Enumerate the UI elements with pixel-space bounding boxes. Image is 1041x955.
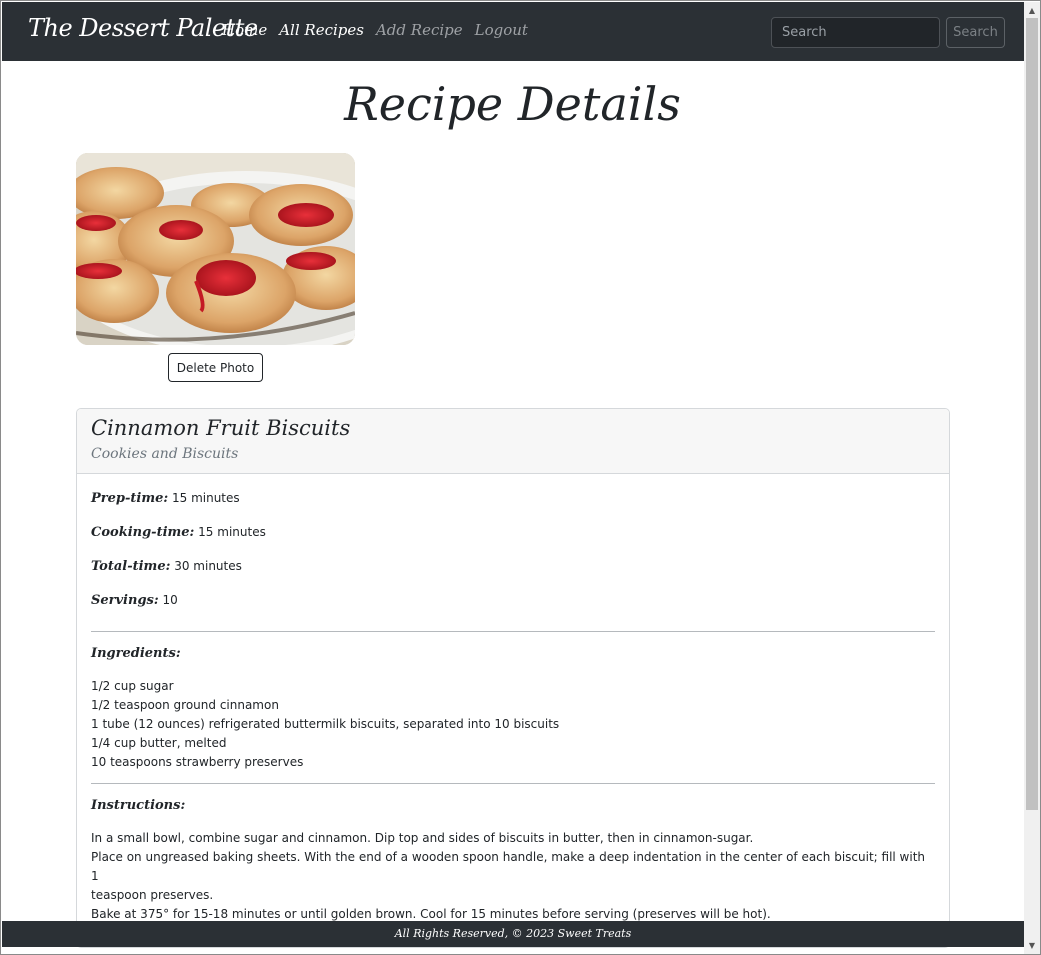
prep-time-value: 15 minutes bbox=[171, 491, 240, 505]
ingredients-heading: Ingredients: bbox=[91, 646, 181, 661]
recipe-card-header: Cinnamon Fruit Biscuits Cookies and Bisc… bbox=[77, 409, 949, 474]
scrollbar-thumb[interactable] bbox=[1026, 18, 1038, 810]
search-input[interactable] bbox=[771, 17, 940, 48]
delete-photo-button[interactable]: Delete Photo bbox=[168, 353, 263, 382]
ingredient-item: 1 tube (12 ounces) refrigerated buttermi… bbox=[91, 717, 560, 731]
page-title: Recipe Details bbox=[344, 77, 681, 131]
nav-link-all-recipes[interactable]: All Recipes bbox=[279, 21, 364, 39]
divider bbox=[91, 783, 935, 784]
nav-link-logout[interactable]: Logout bbox=[475, 21, 528, 39]
servings-label: Servings: bbox=[91, 593, 159, 608]
prep-time-label: Prep-time: bbox=[91, 491, 169, 506]
recipe-photo-illustration bbox=[76, 153, 355, 345]
instructions-heading: Instructions: bbox=[91, 798, 186, 813]
ingredient-item: 1/4 cup butter, melted bbox=[91, 736, 227, 750]
instruction-line: Place on ungreased baking sheets. With t… bbox=[91, 850, 926, 883]
instructions-list: In a small bowl, combine sugar and cinna… bbox=[91, 829, 935, 924]
nav-link-home[interactable]: Home bbox=[222, 21, 267, 39]
recipe-card-body: Prep-time: 15 minutes Cooking-time: 15 m… bbox=[77, 474, 949, 939]
ingredient-item: 1/2 cup sugar bbox=[91, 679, 174, 693]
ingredient-item: 10 teaspoons strawberry preserves bbox=[91, 755, 304, 769]
navbar: The Dessert Palette Home All Recipes Add… bbox=[2, 2, 1024, 61]
cooking-time-value: 15 minutes bbox=[198, 525, 266, 539]
vertical-scrollbar[interactable]: ▲ ▼ bbox=[1024, 2, 1040, 954]
ingredients-list: 1/2 cup sugar 1/2 teaspoon ground cinnam… bbox=[91, 677, 935, 772]
ingredient-item: 1/2 teaspoon ground cinnamon bbox=[91, 698, 279, 712]
scroll-up-arrow-icon[interactable]: ▲ bbox=[1024, 4, 1040, 18]
footer: All Rights Reserved, © 2023 Sweet Treats bbox=[2, 921, 1024, 947]
total-time-label: Total-time: bbox=[91, 559, 171, 574]
browser-viewport: The Dessert Palette Home All Recipes Add… bbox=[0, 0, 1041, 955]
recipe-card: Cinnamon Fruit Biscuits Cookies and Bisc… bbox=[76, 408, 950, 948]
instruction-line: In a small bowl, combine sugar and cinna… bbox=[91, 831, 754, 845]
cooking-time-row: Cooking-time: 15 minutes bbox=[91, 523, 935, 557]
instruction-line: teaspoon preserves. bbox=[91, 888, 214, 902]
recipe-name: Cinnamon Fruit Biscuits bbox=[91, 416, 351, 440]
servings-row: Servings: 10 bbox=[91, 591, 935, 625]
total-time-row: Total-time: 30 minutes bbox=[91, 557, 935, 591]
prep-time-row: Prep-time: 15 minutes bbox=[91, 489, 935, 523]
divider bbox=[91, 631, 935, 632]
servings-value: 10 bbox=[162, 593, 178, 607]
scroll-down-arrow-icon[interactable]: ▼ bbox=[1024, 939, 1040, 953]
nav-links: Home All Recipes Add Recipe Logout bbox=[222, 21, 528, 39]
total-time-value: 30 minutes bbox=[174, 559, 242, 573]
nav-link-add-recipe[interactable]: Add Recipe bbox=[376, 21, 463, 39]
cooking-time-label: Cooking-time: bbox=[91, 525, 195, 540]
search-button[interactable]: Search bbox=[946, 17, 1005, 48]
recipe-photo bbox=[76, 153, 355, 345]
recipe-category: Cookies and Biscuits bbox=[91, 446, 239, 462]
